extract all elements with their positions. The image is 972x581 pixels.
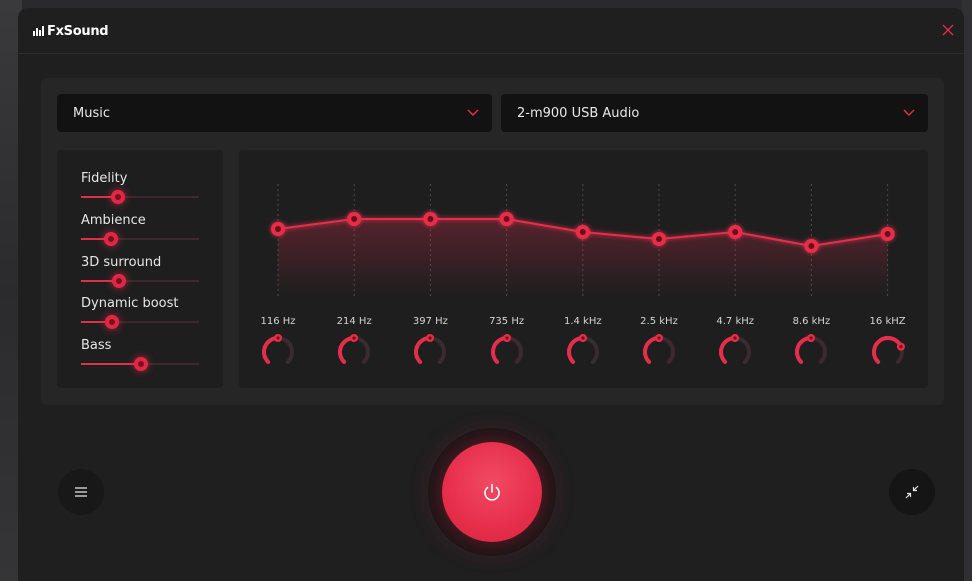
bass-slider[interactable] <box>81 356 199 372</box>
slider-thumb[interactable] <box>110 190 125 204</box>
effect-label: Bass <box>81 338 112 353</box>
shrink-icon <box>905 485 919 499</box>
eq-frequency-label: 735 Hz <box>489 316 525 327</box>
eq-frequency-label: 4.7 kHz <box>716 316 755 327</box>
hamburger-menu-icon <box>75 487 87 497</box>
eq-frequency-label: 16 kHZ <box>869 316 906 327</box>
menu-button[interactable] <box>58 469 104 515</box>
fxsound-logo-icon <box>33 26 44 36</box>
slider-thumb[interactable] <box>111 274 126 288</box>
eq-band-handle[interactable] <box>728 225 743 239</box>
fidelity-slider[interactable] <box>81 189 199 205</box>
app-logo: FxSound <box>33 22 109 40</box>
ambience-slider[interactable] <box>81 231 199 247</box>
effect-label: 3D surround <box>81 255 162 270</box>
power-icon <box>484 483 500 501</box>
eq-frequency-label: 214 Hz <box>336 316 372 327</box>
eq-band-knob[interactable] <box>260 334 296 370</box>
chevron-down-icon <box>467 109 479 116</box>
eq-band-handle[interactable] <box>271 222 285 236</box>
eq-frequency-label: 2.5 kHz <box>640 316 678 327</box>
eq-band-knob[interactable] <box>793 334 829 370</box>
output-device-value: 2-m900 USB Audio <box>517 105 640 121</box>
eq-band-handle[interactable] <box>499 212 514 226</box>
output-device-dropdown[interactable]: 2-m900 USB Audio <box>501 94 928 132</box>
preset-dropdown-value: Music <box>73 105 110 121</box>
slider-thumb[interactable] <box>103 232 118 246</box>
eq-frequency-label: 397 Hz <box>412 316 448 327</box>
preset-dropdown[interactable]: Music <box>57 94 492 132</box>
eq-band-knob[interactable] <box>412 334 448 370</box>
eq-band-handle[interactable] <box>575 225 590 239</box>
eq-band-handle[interactable] <box>652 232 666 246</box>
eq-band-handle[interactable] <box>347 212 362 226</box>
eq-band-handle[interactable] <box>880 227 895 241</box>
power-button[interactable] <box>442 442 542 542</box>
eq-frequency-label: 1.4 kHz <box>563 316 602 327</box>
main-panel: Music 2-m900 USB Audio Fidelity Ambience <box>41 78 944 405</box>
close-icon <box>942 24 954 36</box>
effect-label: Fidelity <box>81 171 128 186</box>
eq-band-knob[interactable] <box>641 334 677 370</box>
title-bar: FxSound <box>18 8 964 54</box>
effect-label: Dynamic boost <box>81 296 179 311</box>
eq-frequency-label: 116 Hz <box>260 316 296 327</box>
effect-3d-surround: 3D surround <box>81 255 201 289</box>
eq-band-knob[interactable] <box>336 334 372 370</box>
eq-band-knob[interactable] <box>565 334 601 370</box>
fxsound-window: FxSound Music 2-m900 USB Audio Fidelity <box>18 8 964 581</box>
eq-band-knob[interactable] <box>717 334 753 370</box>
close-button[interactable] <box>940 22 956 38</box>
minimize-view-button[interactable] <box>889 469 935 515</box>
equalizer-panel: 116 Hz 214 Hz 397 Hz 735 Hz 1.4 kHz 2.5 kHz 4.… <box>239 150 928 388</box>
effect-dynamic-boost: Dynamic boost <box>81 296 201 330</box>
eq-band-handle[interactable] <box>804 239 819 253</box>
effect-label: Ambience <box>81 213 146 228</box>
eq-band-knob[interactable] <box>870 334 906 370</box>
effect-fidelity: Fidelity <box>81 171 201 205</box>
dynamic-boost-slider[interactable] <box>81 314 199 330</box>
slider-thumb[interactable] <box>134 357 149 371</box>
eq-frequency-label: 8.6 kHz <box>792 316 831 327</box>
effects-panel: Fidelity Ambience 3D surround Dynamic bo… <box>57 150 223 388</box>
eq-band-knob[interactable] <box>489 334 525 370</box>
eq-band-handle[interactable] <box>423 212 438 226</box>
3d-surround-slider[interactable] <box>81 273 199 289</box>
effect-bass: Bass <box>81 338 201 372</box>
slider-thumb[interactable] <box>104 315 119 329</box>
effect-ambience: Ambience <box>81 213 201 247</box>
app-title: FxSound <box>47 23 109 39</box>
chevron-down-icon <box>903 109 915 116</box>
